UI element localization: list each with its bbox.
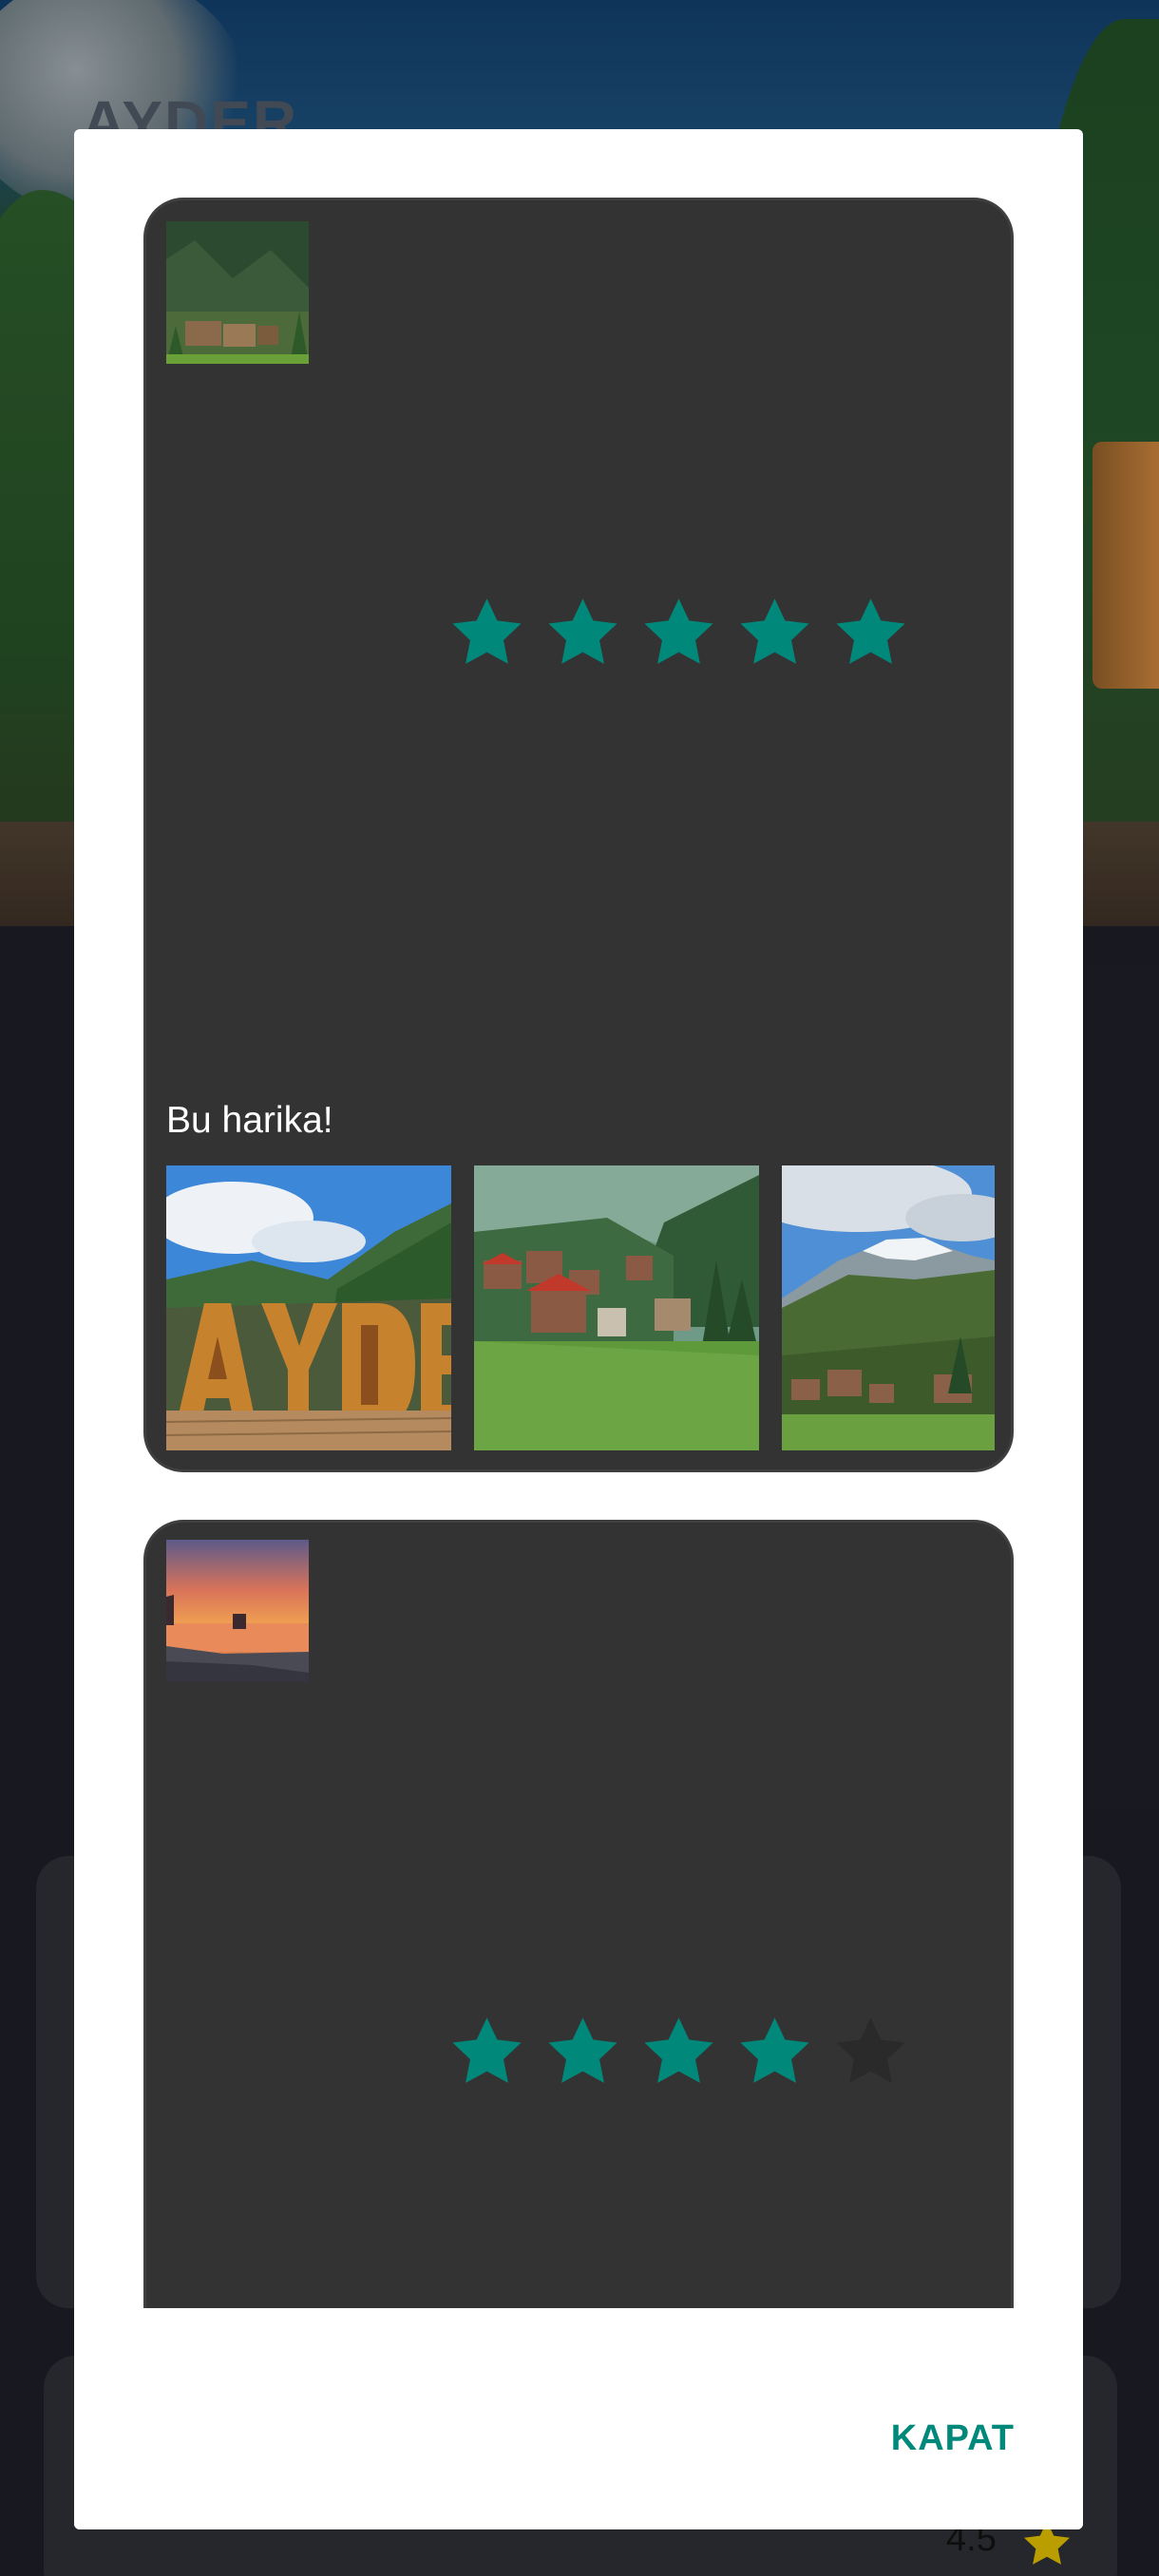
reviewer-avatar: [166, 1540, 309, 1682]
star-filled-icon: [644, 598, 713, 664]
star-filled-icon: [452, 2017, 522, 2083]
review-card: [143, 1520, 1014, 2308]
reviewer-avatar: [166, 221, 309, 364]
review-card: Bu harika!: [143, 198, 1014, 1472]
star-filled-icon: [740, 598, 809, 664]
review-photo[interactable]: [166, 1165, 451, 1450]
star-filled-icon: [644, 2017, 713, 2083]
reviews-dialog: Bu harika! KAPAT: [74, 129, 1083, 2529]
review-comment: Bu harika!: [166, 1100, 333, 1141]
rating-stars: [446, 593, 912, 672]
star-filled-icon: [740, 2017, 809, 2083]
review-photo[interactable]: [474, 1165, 759, 1450]
rating-stars: [446, 2012, 912, 2092]
star-filled-icon: [836, 598, 905, 664]
review-photos[interactable]: [166, 1165, 995, 1450]
close-button[interactable]: KAPAT: [891, 2418, 1015, 2459]
dialog-actions: KAPAT: [74, 2308, 1083, 2529]
star-filled-icon: [548, 598, 618, 664]
star-empty-icon: [836, 2017, 905, 2083]
reviews-list[interactable]: Bu harika!: [74, 129, 1083, 2308]
review-photo[interactable]: [782, 1165, 995, 1450]
star-filled-icon: [548, 2017, 618, 2083]
star-filled-icon: [452, 598, 522, 664]
